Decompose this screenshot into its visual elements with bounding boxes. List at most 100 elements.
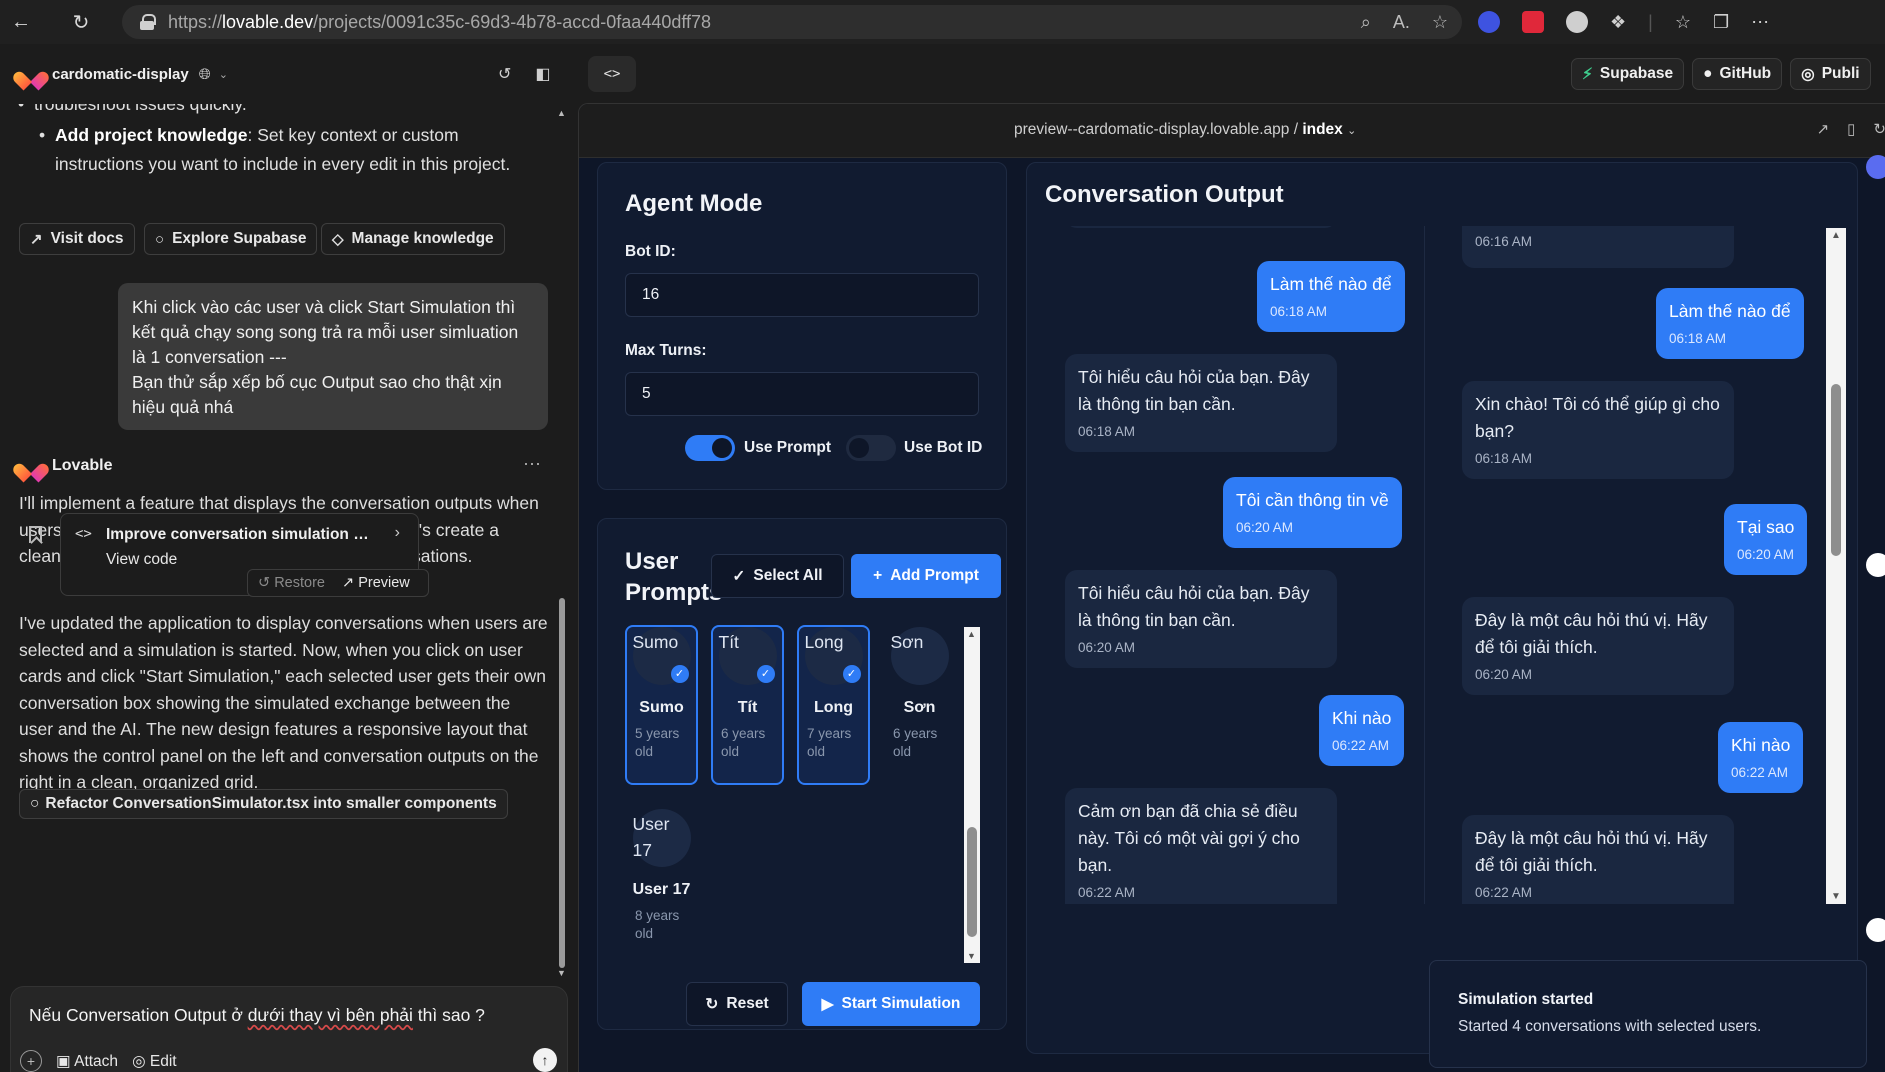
reload-icon[interactable]: ↻: [60, 0, 102, 44]
message-bot: Xin chào! Tôi có thể giúp gì cho bạn? 06:…: [1462, 381, 1734, 479]
preview-button[interactable]: ↗ Preview: [336, 575, 410, 591]
select-all-button[interactable]: ✓ Select All: [711, 554, 844, 598]
open-external-icon[interactable]: ↗: [1817, 120, 1830, 138]
user-card-tit[interactable]: Tít ✓ Tít 6 years old: [711, 625, 784, 785]
publish-button[interactable]: ◎ Publi: [1790, 58, 1871, 90]
mobile-view-icon[interactable]: ▯: [1847, 120, 1855, 138]
chat-bubble-icon: ○: [155, 230, 165, 248]
zoom-icon[interactable]: ⌕: [1361, 12, 1371, 33]
start-simulation-button[interactable]: ▶︎ Start Simulation: [802, 982, 980, 1026]
chevron-right-icon: ›: [394, 524, 400, 541]
extension-icon-1[interactable]: [1478, 11, 1500, 33]
lovable-logo-icon: [20, 64, 42, 84]
chevron-down-icon[interactable]: ⌄: [219, 68, 228, 81]
message-user: Làm thế nào để 06:18 AM: [1257, 261, 1405, 332]
assistant-widget-icon[interactable]: [1866, 155, 1885, 179]
restore-button[interactable]: ↺ Restore: [248, 575, 336, 591]
user-card-son[interactable]: Sơn Sơn 6 years old: [883, 625, 956, 785]
add-prompt-button[interactable]: + Add Prompt: [851, 554, 1001, 598]
toolbar-divider: |: [1648, 11, 1653, 32]
user-card-long[interactable]: Long ✓ Long 7 years old: [797, 625, 870, 785]
plus-icon: +: [873, 567, 883, 584]
attach-button[interactable]: ▣ Attach: [56, 1052, 118, 1071]
edit-button[interactable]: ◎ Edit: [132, 1052, 177, 1071]
user-age: 8 years old: [635, 908, 680, 941]
conversation-scroll-thumb[interactable]: [1831, 384, 1841, 556]
sidebar-toggle-icon[interactable]: ◧: [535, 64, 550, 84]
collections-icon[interactable]: ❐: [1713, 12, 1729, 33]
address-bar[interactable]: https://lovable.dev/projects/0091c35c-69…: [122, 5, 1462, 39]
user-card-user-17[interactable]: User 17 User 17 8 years old: [625, 807, 698, 963]
read-aloud-icon[interactable]: A.: [1393, 12, 1410, 33]
more-menu-icon[interactable]: ⋯: [1751, 12, 1769, 33]
visit-docs-button[interactable]: ↗ Visit docs: [19, 223, 135, 255]
scroll-up-icon[interactable]: ▲: [967, 629, 976, 639]
reset-button[interactable]: ↻ Reset: [686, 982, 788, 1026]
use-bot-id-label: Use Bot ID: [904, 439, 983, 456]
scroll-down-icon[interactable]: ▼: [557, 968, 566, 978]
conversation-scrollbar[interactable]: ▲ ▼: [1826, 228, 1846, 904]
chevron-down-icon: ⌄: [1347, 125, 1357, 137]
user-card-sumo[interactable]: Sumo ✓ Sumo 5 years old: [625, 625, 698, 785]
add-icon[interactable]: +: [20, 1050, 42, 1072]
max-turns-input[interactable]: 5: [625, 372, 979, 416]
message-bot: Tôi hiểu câu hỏi của bạn. Đây là thông t…: [1065, 354, 1337, 452]
preview-url[interactable]: preview--cardomatic-display.lovable.app …: [1014, 121, 1356, 139]
check-icon: ✓: [670, 665, 689, 683]
chat-input-text[interactable]: Nếu Conversation Output ở dưới thay vì b…: [29, 1005, 485, 1026]
avatar: Sumo ✓: [632, 627, 691, 685]
toast-title: Simulation started: [1458, 991, 1594, 1008]
user-grid-scroll-thumb[interactable]: [967, 827, 977, 937]
extension-icon-3[interactable]: [1566, 11, 1588, 33]
ai-summary-text: I've updated the application to display …: [19, 613, 548, 792]
suggestion-chip[interactable]: ○ Refactor ConversationSimulator.tsx into…: [19, 789, 508, 819]
use-prompt-toggle[interactable]: [685, 435, 735, 461]
explore-supabase-button[interactable]: ○ Explore Supabase: [144, 223, 318, 255]
message-bot: Cảm ơn bạn đã chia sẻ điều này. Tôi có m…: [1065, 788, 1337, 904]
max-turns-label: Max Turns:: [625, 342, 707, 359]
play-icon: ▶︎: [821, 995, 834, 1013]
simulation-toast: Simulation started Started 4 conversatio…: [1429, 960, 1867, 1068]
avatar: Tít ✓: [718, 627, 777, 685]
extension-icon-2[interactable]: [1522, 11, 1544, 33]
floating-widget-icon[interactable]: [1866, 553, 1885, 577]
favorite-star-icon[interactable]: ☆: [1432, 12, 1448, 33]
code-view-toggle[interactable]: <>: [588, 56, 636, 92]
scroll-up-icon[interactable]: ▲: [557, 108, 566, 118]
history-icon[interactable]: ↺: [498, 64, 511, 84]
user-name: Sumo: [639, 699, 684, 716]
scroll-down-icon[interactable]: ▼: [1831, 891, 1841, 902]
bot-id-input[interactable]: 16: [625, 273, 979, 317]
bot-id-label: Bot ID:: [625, 243, 676, 260]
globe-icon[interactable]: 🌐︎: [199, 66, 211, 83]
user-name: Tít: [737, 699, 758, 716]
back-icon[interactable]: ←: [0, 0, 42, 44]
view-code-link[interactable]: View code: [106, 551, 177, 569]
input-toolbar: + ▣ Attach ◎ Edit: [20, 1050, 177, 1072]
github-button[interactable]: ● GitHub: [1692, 58, 1783, 90]
manage-knowledge-button[interactable]: ◇ Manage knowledge: [321, 223, 505, 255]
extensions-puzzle-icon[interactable]: ❖: [1610, 12, 1626, 33]
chat-scroll-thumb[interactable]: [559, 598, 565, 968]
message-bot: Tôi hiểu câu hỏi của bạn. Đây là thông t…: [1065, 570, 1337, 668]
message-menu-icon[interactable]: ⋯: [523, 454, 541, 475]
chat-scrollbar[interactable]: ▲ ▼: [557, 108, 566, 978]
send-button[interactable]: ↑: [533, 1048, 557, 1072]
project-name[interactable]: cardomatic-display: [52, 66, 189, 83]
use-bot-id-toggle[interactable]: [846, 435, 896, 461]
chat-bubble-icon: ○: [30, 795, 40, 812]
scroll-up-icon[interactable]: ▲: [1831, 230, 1841, 241]
avatar-alt-text: Sơn: [890, 632, 924, 652]
globe-icon: ◎: [1801, 65, 1815, 83]
code-icon: <>: [75, 526, 92, 542]
refresh-icon[interactable]: ↻: [1873, 120, 1885, 138]
scroll-down-icon[interactable]: ▼: [967, 951, 976, 961]
supabase-button[interactable]: ⚡︎ Supabase: [1571, 58, 1685, 90]
bookmark-icon[interactable]: [29, 526, 42, 543]
floating-widget-icon-2[interactable]: [1866, 918, 1885, 942]
favorites-icon[interactable]: ☆: [1675, 12, 1691, 33]
user-grid-scrollbar[interactable]: ▲ ▼: [964, 627, 980, 963]
message-bot: 06:16 AM: [1462, 226, 1734, 268]
lock-icon: [140, 14, 156, 30]
browser-toolbar: ← ↻ https://lovable.dev/projects/0091c35…: [0, 0, 1885, 44]
